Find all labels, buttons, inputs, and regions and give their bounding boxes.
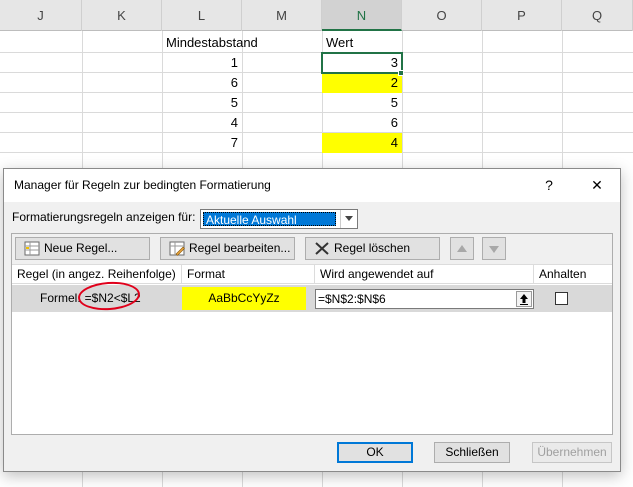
column-format[interactable]: Format	[182, 265, 315, 284]
chevron-down-icon[interactable]	[340, 210, 357, 228]
close-icon[interactable]: ✕	[584, 173, 610, 197]
cell-n2[interactable]: 3	[321, 52, 403, 74]
cell-n6[interactable]: 4	[322, 133, 402, 153]
new-rule-icon	[24, 241, 40, 256]
dialog-title: Manager für Regeln zur bedingten Formati…	[14, 178, 271, 192]
column-header-j[interactable]: J	[0, 0, 82, 31]
rules-toolbar: Neue Regel... Regel bearbeiten... Regel …	[12, 234, 612, 264]
edit-rule-label: Regel bearbeiten...	[189, 241, 291, 255]
column-header-k[interactable]: K	[82, 0, 162, 31]
column-stop-if-true[interactable]: Anhalten	[534, 265, 612, 284]
column-header-row: J K L M N O P Q	[0, 0, 633, 31]
rules-table-header: Regel (in angez. Reihenfolge) Format Wir…	[12, 264, 612, 284]
arrow-down-icon	[489, 246, 499, 253]
dialog-titlebar[interactable]: Manager für Regeln zur bedingten Formati…	[4, 169, 620, 202]
cell-n3[interactable]: 2	[322, 73, 402, 93]
column-header-q[interactable]: Q	[562, 0, 633, 31]
new-rule-label: Neue Regel...	[44, 241, 118, 255]
move-up-button[interactable]	[450, 237, 474, 260]
cell-l4[interactable]: 5	[162, 93, 242, 113]
rule-formula: =$N2<$L2	[84, 291, 141, 305]
column-header-l[interactable]: L	[162, 0, 242, 31]
cell-l2[interactable]: 1	[162, 53, 242, 73]
rule-condition: Formel: =$N2<$L2	[40, 291, 141, 305]
edit-rule-icon	[169, 241, 185, 256]
gridline	[0, 92, 633, 93]
edit-rule-button[interactable]: Regel bearbeiten...	[160, 237, 295, 260]
show-rules-value: Aktuelle Auswahl	[203, 212, 336, 227]
delete-rule-label: Regel löschen	[334, 241, 411, 255]
delete-icon	[315, 242, 329, 255]
rule-type: Formel:	[40, 291, 81, 305]
move-down-button[interactable]	[482, 237, 506, 260]
cell-n5[interactable]: 6	[322, 113, 402, 133]
cell-n1[interactable]: Wert	[322, 33, 402, 53]
apply-button[interactable]: Übernehmen	[532, 442, 612, 463]
gridline	[0, 132, 633, 133]
column-header-n[interactable]: N	[322, 0, 402, 31]
arrow-up-icon	[457, 245, 467, 252]
fill-handle[interactable]	[398, 70, 404, 76]
delete-rule-button[interactable]: Regel löschen	[305, 237, 440, 260]
gridline	[0, 52, 633, 53]
help-button[interactable]: ?	[536, 173, 562, 197]
column-header-p[interactable]: P	[482, 0, 562, 31]
cell-n4[interactable]: 5	[322, 93, 402, 113]
column-rule[interactable]: Regel (in angez. Reihenfolge)	[12, 265, 182, 284]
rule-row[interactable]: Formel: =$N2<$L2 AaBbCcYyZz =$N$2:$N$6	[12, 279, 612, 313]
show-rules-dropdown[interactable]: Aktuelle Auswahl	[200, 209, 358, 229]
cell-l6[interactable]: 7	[162, 133, 242, 153]
applies-to-value: =$N$2:$N$6	[318, 292, 386, 306]
gridline	[0, 72, 633, 73]
gridline	[0, 112, 633, 113]
conditional-formatting-rules-manager: Manager für Regeln zur bedingten Formati…	[3, 168, 621, 472]
cell-l1[interactable]: Mindestabstand	[162, 33, 272, 53]
column-header-m[interactable]: M	[242, 0, 322, 31]
applies-to-input[interactable]: =$N$2:$N$6	[315, 289, 534, 309]
column-header-o[interactable]: O	[402, 0, 482, 31]
rules-panel: Neue Regel... Regel bearbeiten... Regel …	[11, 233, 613, 435]
stop-if-true-checkbox[interactable]	[555, 292, 568, 305]
show-rules-label: Formatierungsregeln anzeigen für:	[12, 210, 196, 224]
cell-l5[interactable]: 4	[162, 113, 242, 133]
collapse-range-icon[interactable]	[516, 291, 532, 307]
ok-button[interactable]: OK	[337, 442, 413, 463]
cell-l3[interactable]: 6	[162, 73, 242, 93]
new-rule-button[interactable]: Neue Regel...	[15, 237, 150, 260]
gridline	[0, 152, 633, 153]
format-preview[interactable]: AaBbCcYyZz	[182, 287, 306, 310]
column-applies-to[interactable]: Wird angewendet auf	[315, 265, 534, 284]
close-button[interactable]: Schließen	[434, 442, 510, 463]
